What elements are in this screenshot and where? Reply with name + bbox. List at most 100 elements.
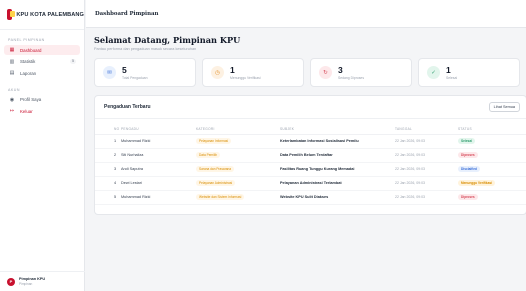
sidebar: KPU KOTA PALEMBANG PANEL PIMPINAN ▦ Dash… xyxy=(0,0,85,291)
sidebar-item-profil[interactable]: ◉ Profil Saya xyxy=(4,95,80,105)
sidebar-item-dashboard[interactable]: ▦ Dashboard xyxy=(4,45,80,55)
stat-value: 1 xyxy=(446,64,451,75)
page-title: Dashboard Pimpinan xyxy=(95,10,159,17)
date-cell: 22 Jan 2026, 09:03 xyxy=(395,148,458,163)
row-number: 5 xyxy=(95,190,121,205)
status-cell: Diproses xyxy=(458,190,526,205)
category-cell: Website dan Sistem Informasi xyxy=(196,190,280,205)
table-row[interactable]: 2 Siti Nurhaliza Data Pemilih Data Pemil… xyxy=(95,148,526,163)
refresh-icon: ↻ xyxy=(319,66,332,79)
welcome-title: Selamat Datang, Pimpinan KPU xyxy=(94,35,241,45)
stat-label: Menunggu Verifikasi xyxy=(230,75,261,80)
row-number: 4 xyxy=(95,176,121,191)
inbox-icon: ✉ xyxy=(103,66,116,79)
view-all-button[interactable]: Lihat Semua xyxy=(488,102,520,112)
section-label-main: PANEL PIMPINAN xyxy=(8,38,45,42)
table-row[interactable]: 4 Dewi Lestari Pelayanan Administrasi Pe… xyxy=(95,176,526,191)
subject-cell: Keterlambatan Informasi Sosialisasi Pemi… xyxy=(280,134,395,149)
stat-cards: ✉ 5 Total Pengaduan ◷ 1 Menunggu Verifik… xyxy=(94,58,526,87)
status-badge: Diproses xyxy=(458,152,478,158)
sidebar-item-label: Keluar xyxy=(20,108,33,114)
column-header: PENGADU xyxy=(121,124,196,135)
status-badge: Diproses xyxy=(458,194,478,200)
status-cell: Diproses xyxy=(458,148,526,163)
main-content: Selamat Datang, Pimpinan KPU Pantau perf… xyxy=(86,28,526,291)
table-row[interactable]: 1 Muhammad Rizki Pelayanan Informasi Ket… xyxy=(95,134,526,149)
complaints-table: NO PENGADU KATEGORI SUBJEK TANGGAL STATU… xyxy=(95,124,526,205)
category-badge: Website dan Sistem Informasi xyxy=(196,194,245,200)
stat-card-total: ✉ 5 Total Pengaduan xyxy=(94,58,196,87)
subject-cell: Data Pemilih Belum Terdaftar xyxy=(280,148,395,163)
category-badge: Pelayanan Informasi xyxy=(196,138,232,144)
row-number: 3 xyxy=(95,162,121,177)
welcome-subtitle: Pantau performa dan pengaduan masuk seca… xyxy=(94,47,197,51)
user-icon: ◉ xyxy=(9,96,15,103)
document-icon: ▤ xyxy=(9,70,15,76)
column-header: KATEGORI xyxy=(196,124,280,135)
panel-title: Pengaduan Terbaru xyxy=(104,104,151,110)
sidebar-item-laporan[interactable]: ▤ Laporan xyxy=(4,68,80,78)
column-header: NO xyxy=(95,124,121,135)
date-cell: 22 Jan 2026, 09:03 xyxy=(395,162,458,177)
sidebar-item-label: Statistik xyxy=(20,59,36,64)
stat-card-processing: ↻ 3 Sedang Diproses xyxy=(310,58,412,87)
column-header: TANGGAL xyxy=(395,124,458,135)
status-badge: Selesai xyxy=(458,138,475,144)
category-cell: Pelayanan Informasi xyxy=(196,134,280,149)
status-cell: Menunggu Verifikasi xyxy=(458,176,526,191)
stat-card-pending: ◷ 1 Menunggu Verifikasi xyxy=(202,58,304,87)
sidebar-item-label: Dashboard xyxy=(20,47,42,53)
table-row[interactable]: 5 Muhammad Rizki Website dan Sistem Info… xyxy=(95,190,526,205)
clock-icon: ◷ xyxy=(211,66,224,79)
status-cell: Selesai xyxy=(458,134,526,149)
brand-title: KPU KOTA PALEMBANG xyxy=(16,11,84,18)
logout-icon: ↦ xyxy=(9,108,15,114)
status-badge: Disclaified xyxy=(458,166,480,172)
kpu-logo-icon xyxy=(7,9,16,20)
category-cell: Sarana dan Prasarana xyxy=(196,162,280,177)
user-profile[interactable]: P Pimpinan KPU Pimpinan xyxy=(0,271,85,291)
stat-label: Sedang Diproses xyxy=(338,75,365,80)
avatar: P xyxy=(7,277,15,286)
date-cell: 22 Jan 2026, 09:03 xyxy=(395,134,458,149)
topbar: Dashboard Pimpinan xyxy=(86,0,526,28)
status-cell: Disclaified xyxy=(458,162,526,177)
date-cell: 22 Jan 2026, 09:03 xyxy=(395,176,458,191)
stat-label: Total Pengaduan xyxy=(122,75,148,80)
recent-complaints-panel: Pengaduan Terbaru Lihat Semua NO PENGADU… xyxy=(94,95,526,215)
sidebar-item-keluar[interactable]: ↦ Keluar xyxy=(4,106,80,116)
category-badge: Pelayanan Administrasi xyxy=(196,180,236,186)
column-header: SUBJEK xyxy=(280,124,395,135)
panel-header: Pengaduan Terbaru Lihat Semua xyxy=(95,96,526,119)
stat-label: Selesai xyxy=(446,75,458,80)
stat-value: 3 xyxy=(338,64,343,75)
sidebar-item-statistik[interactable]: ▥ Statistik 5 xyxy=(4,57,80,67)
sidebar-item-label: Profil Saya xyxy=(20,97,42,102)
user-role: Pimpinan xyxy=(19,281,33,286)
brand[interactable]: KPU KOTA PALEMBANG xyxy=(0,0,84,30)
sidebar-item-label: Laporan xyxy=(20,70,37,76)
grid-icon: ▦ xyxy=(9,47,15,53)
complainant-name: Muhammad Rizki xyxy=(121,134,196,149)
column-header: STATUS xyxy=(458,124,526,135)
category-badge: Data Pemilih xyxy=(196,152,221,158)
category-badge: Sarana dan Prasarana xyxy=(196,166,235,172)
complainant-name: Muhammad Rizki xyxy=(121,190,196,205)
stat-value: 5 xyxy=(122,64,127,75)
row-number: 2 xyxy=(95,148,121,163)
stat-card-done: ✓ 1 Selesai xyxy=(418,58,520,87)
count-badge: 5 xyxy=(70,59,76,64)
row-number: 1 xyxy=(95,134,121,149)
status-badge: Menunggu Verifikasi xyxy=(458,180,495,186)
date-cell: 22 Jan 2026, 09:03 xyxy=(395,190,458,205)
table-header-row: NO PENGADU KATEGORI SUBJEK TANGGAL STATU… xyxy=(95,124,526,135)
chart-icon: ▥ xyxy=(9,58,15,65)
section-label-account: AKUN xyxy=(8,87,20,92)
table-row[interactable]: 3 Andi Saputra Sarana dan Prasarana Fasi… xyxy=(95,162,526,177)
subject-cell: Website KPU Sulit Diakses xyxy=(280,190,395,205)
category-cell: Pelayanan Administrasi xyxy=(196,176,280,191)
check-icon: ✓ xyxy=(427,66,440,79)
stat-value: 1 xyxy=(230,64,235,75)
subject-cell: Pelayanan Administrasi Terlambat xyxy=(280,176,395,191)
complainant-name: Dewi Lestari xyxy=(121,176,196,191)
